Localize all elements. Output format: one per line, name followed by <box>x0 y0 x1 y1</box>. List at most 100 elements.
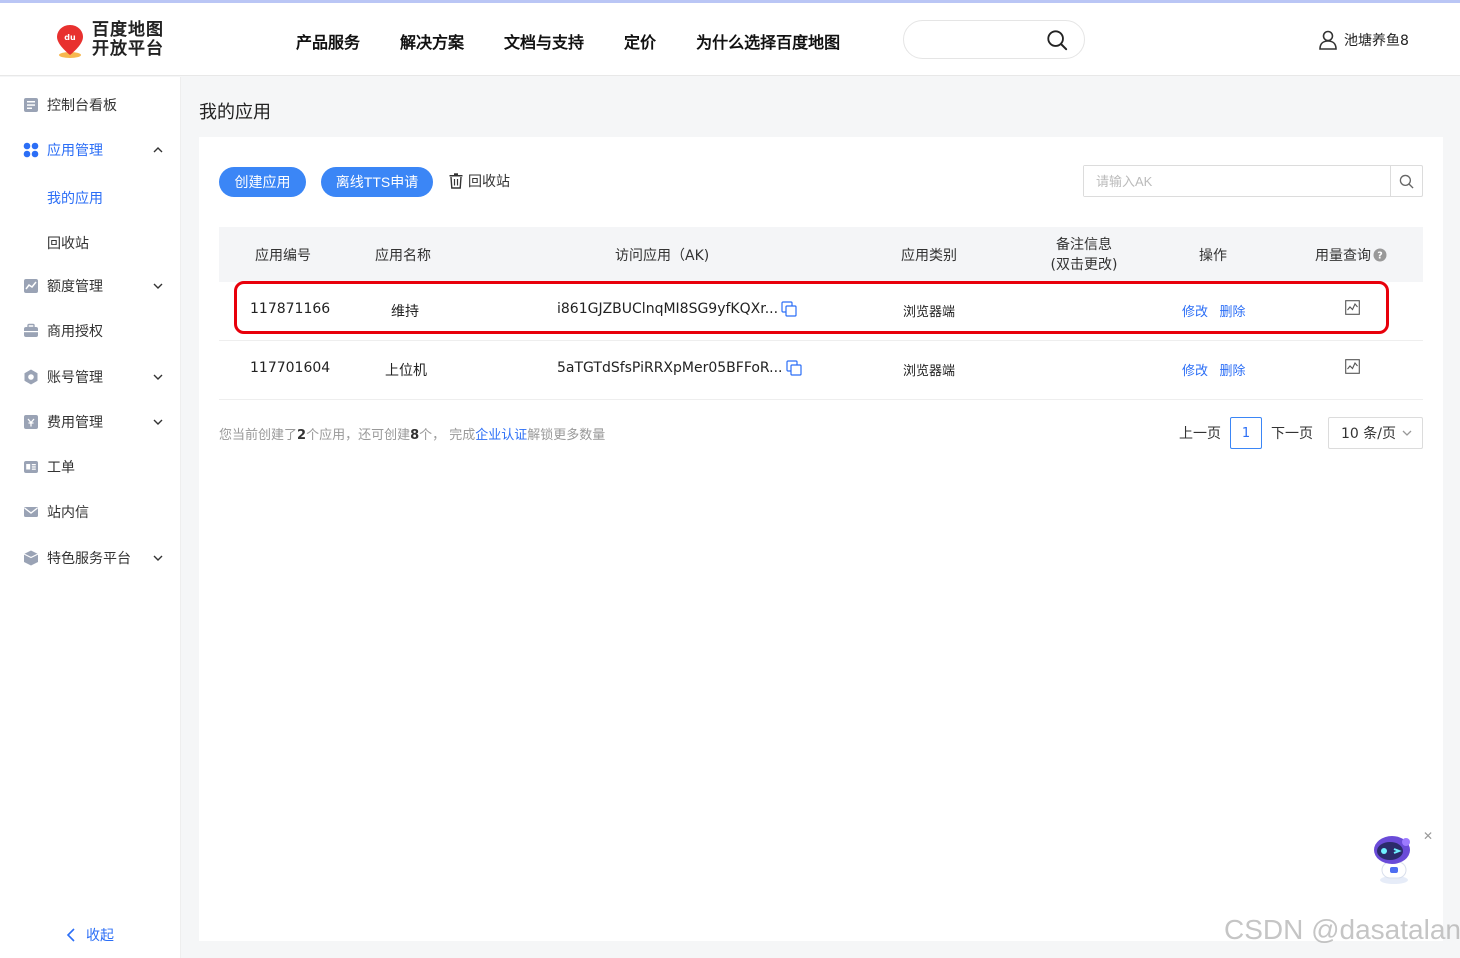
edit-link[interactable]: 修改 <box>1182 364 1208 379</box>
next-page-button[interactable]: 下一页 <box>1271 423 1313 443</box>
row-app-id: 117871166 <box>250 301 331 317</box>
col-app-id: 应用编号 <box>255 248 311 264</box>
sidebar-item-app-management[interactable]: 应用管理 <box>0 135 181 165</box>
sidebar-item-messages[interactable]: 站内信 <box>0 497 181 527</box>
col-notes-line2: (双击更改) <box>1050 257 1118 273</box>
header-search-input[interactable] <box>918 21 1048 58</box>
collapse-label: 收起 <box>86 928 114 944</box>
nav-solutions[interactable]: 解决方案 <box>400 29 464 53</box>
sidebar-sub-my-apps[interactable]: 我的应用 <box>47 188 103 208</box>
header-search <box>903 20 1085 59</box>
col-actions: 操作 <box>1199 248 1227 264</box>
logo-line2: 开放平台 <box>92 39 164 59</box>
chevron-down-icon <box>1402 430 1412 436</box>
map-pin-logo-icon: du <box>57 25 83 58</box>
chevron-down-icon <box>153 555 163 561</box>
sidebar-item-label: 工单 <box>47 460 75 476</box>
col-usage-label: 用量查询 <box>1315 248 1371 264</box>
nav-why-baidu[interactable]: 为什么选择百度地图 <box>696 29 840 53</box>
col-notes-line1: 备注信息 <box>1056 237 1112 253</box>
sidebar-item-label: 商用授权 <box>47 324 103 340</box>
sidebar-item-ticket[interactable]: 工单 <box>0 452 181 482</box>
sidebar-item-commercial-license[interactable]: 商用授权 <box>0 316 181 346</box>
top-header: du 百度地图 开放平台 产品服务 解决方案 文档与支持 定价 为什么选择百度地… <box>0 3 1460 76</box>
row-app-id: 117701604 <box>250 360 331 376</box>
info-text: 您当前创建了 <box>219 428 298 443</box>
row-actions: 修改 删除 <box>1182 301 1245 320</box>
search-icon[interactable] <box>1046 29 1068 51</box>
assistant-robot-icon[interactable] <box>1366 832 1422 886</box>
chevron-left-icon <box>66 928 75 942</box>
copy-icon[interactable] <box>781 301 797 317</box>
ak-search-button[interactable] <box>1390 166 1422 196</box>
username: 池塘养鱼8 <box>1344 33 1409 49</box>
create-app-button[interactable]: 创建应用 <box>219 167 306 197</box>
user-menu[interactable]: 池塘养鱼8 <box>1318 30 1409 50</box>
remaining-count: 8 <box>410 428 420 443</box>
sidebar-item-billing[interactable]: 费用管理 <box>0 407 181 437</box>
page-size-value: 10 条/页 <box>1341 426 1396 442</box>
logo-badge-text: du <box>64 33 76 42</box>
ticket-icon <box>24 461 38 473</box>
trash-icon <box>449 173 463 189</box>
delete-link[interactable]: 删除 <box>1219 364 1245 379</box>
app-count-info: 您当前创建了2个应用，还可创建8个， 完成企业认证解锁更多数量 <box>219 424 605 443</box>
nav-products[interactable]: 产品服务 <box>296 29 360 53</box>
table-row: 117871166 维持 i861GJZBUClnqMI8SG9yfKQXr..… <box>219 282 1423 341</box>
row-ak: i861GJZBUClnqMI8SG9yfKQXr... <box>557 301 797 317</box>
recycle-bin-link[interactable]: 回收站 <box>449 171 510 191</box>
page-title: 我的应用 <box>199 102 271 123</box>
table-header: 应用编号 应用名称 访问应用（AK) 应用类别 备注信息 (双击更改) 操作 用… <box>219 227 1423 282</box>
logo-line1: 百度地图 <box>92 20 164 40</box>
quota-chart-icon <box>24 279 38 293</box>
help-icon[interactable]: ? <box>1373 248 1387 262</box>
sidebar-item-account[interactable]: 账号管理 <box>0 362 181 392</box>
chevron-down-icon <box>153 374 163 380</box>
briefcase-icon <box>24 323 38 337</box>
nav-docs[interactable]: 文档与支持 <box>504 29 584 53</box>
usage-chart-icon[interactable] <box>1345 359 1360 374</box>
col-app-name: 应用名称 <box>375 248 431 264</box>
sidebar-item-label: 控制台看板 <box>47 98 117 114</box>
sidebar-item-dashboard[interactable]: 控制台看板 <box>0 90 181 120</box>
col-app-type: 应用类别 <box>901 248 957 264</box>
sidebar-item-special-services[interactable]: 特色服务平台 <box>0 543 181 573</box>
copy-icon[interactable] <box>785 360 802 376</box>
row-ak-value: i861GJZBUClnqMI8SG9yfKQXr... <box>557 301 779 317</box>
cube-icon <box>23 550 39 566</box>
sidebar-item-label: 特色服务平台 <box>47 551 131 567</box>
baidu-map-logo[interactable]: du 百度地图 开放平台 <box>54 21 174 61</box>
info-text: 个应用，还可创建 <box>306 428 411 443</box>
col-notes: 备注信息 (双击更改) <box>1029 235 1139 275</box>
sidebar-item-label: 站内信 <box>47 505 89 521</box>
close-icon[interactable]: ✕ <box>1423 829 1433 843</box>
table-row: 117701604 上位机 5aTGTdSfsPiRRXpMer05BFFoR.… <box>219 341 1423 400</box>
usage-chart-icon[interactable] <box>1345 300 1360 315</box>
chevron-up-icon <box>153 147 163 153</box>
delete-link[interactable]: 删除 <box>1219 305 1245 320</box>
dashboard-icon <box>24 98 38 112</box>
sidebar-item-label: 应用管理 <box>47 143 103 159</box>
sidebar-collapse-button[interactable]: 收起 <box>66 925 114 945</box>
sidebar-sub-recycle-bin[interactable]: 回收站 <box>47 233 89 253</box>
info-text: 个， 完成 <box>419 428 476 443</box>
nav-pricing[interactable]: 定价 <box>624 29 656 53</box>
offline-tts-button[interactable]: 离线TTS申请 <box>321 167 433 197</box>
edit-link[interactable]: 修改 <box>1182 305 1208 320</box>
page-size-select[interactable]: 10 条/页 <box>1328 417 1423 449</box>
gear-icon <box>24 369 38 385</box>
sidebar-item-label: 额度管理 <box>47 279 103 295</box>
row-app-type: 浏览器端 <box>903 305 956 320</box>
ak-search-input[interactable] <box>1084 166 1390 196</box>
enterprise-cert-link[interactable]: 企业认证 <box>475 428 527 443</box>
sidebar-item-quota[interactable]: 额度管理 <box>0 271 181 301</box>
created-count: 2 <box>297 428 307 443</box>
search-icon <box>1399 174 1414 189</box>
apps-card: 创建应用 离线TTS申请 回收站 应用编号 应用名称 访问应用（AK) 应用类别… <box>199 137 1443 941</box>
watermark: CSDN @dasatalan <box>1224 914 1460 945</box>
prev-page-button[interactable]: 上一页 <box>1179 423 1221 443</box>
logo-wordmark: 百度地图 开放平台 <box>92 21 164 59</box>
page-number-current[interactable]: 1 <box>1230 417 1262 449</box>
row-ak-value: 5aTGTdSfsPiRRXpMer05BFFoR... <box>557 360 783 376</box>
billing-icon <box>24 415 38 429</box>
